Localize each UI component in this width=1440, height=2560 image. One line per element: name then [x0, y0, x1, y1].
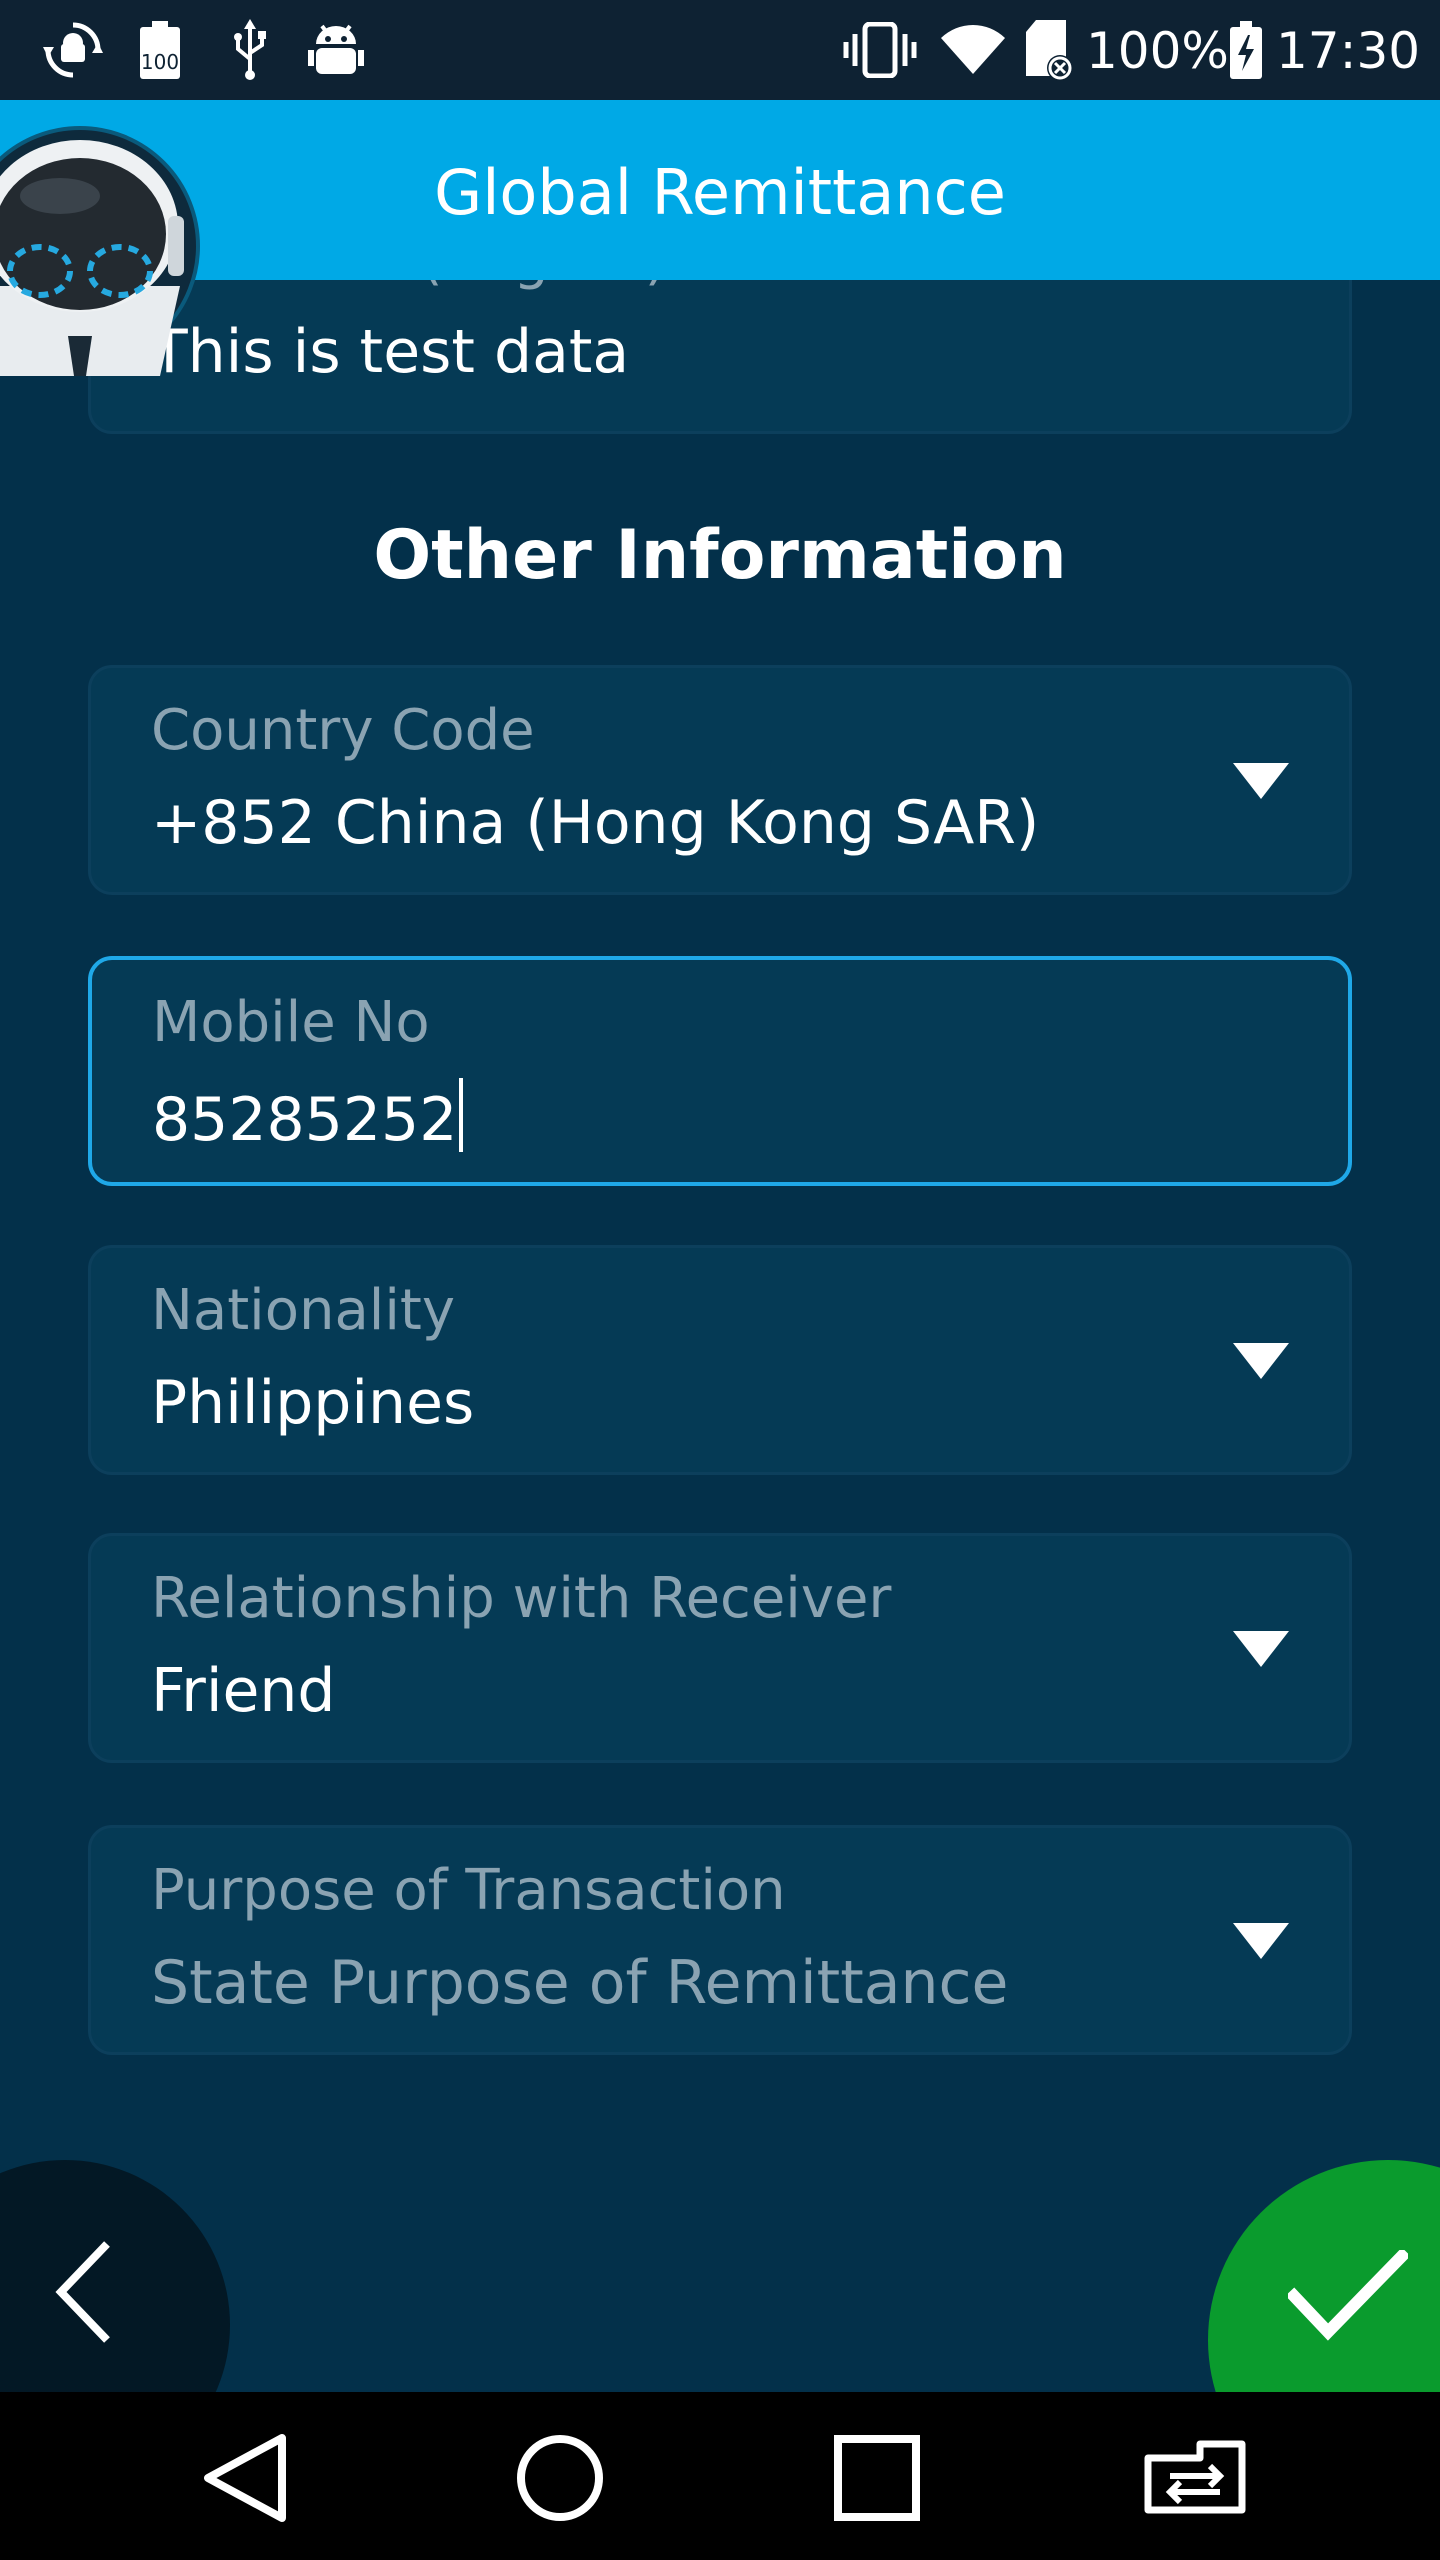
battery-percent: 100%	[1086, 22, 1229, 80]
text-cursor	[459, 1078, 464, 1152]
dropdown-arrow-icon[interactable]	[1233, 761, 1289, 801]
nav-back-icon[interactable]	[190, 2428, 300, 2528]
svg-text:100: 100	[141, 50, 179, 74]
dropdown-arrow-icon[interactable]	[1233, 1921, 1289, 1961]
sync-android-icon	[38, 18, 108, 82]
wifi-icon	[938, 18, 1008, 82]
nav-switch-app-icon[interactable]	[1140, 2428, 1250, 2528]
robot-avatar[interactable]	[0, 106, 200, 386]
relationship-dropdown[interactable]: Relationship with Receiver Friend	[88, 1533, 1352, 1763]
purpose-placeholder: State Purpose of Remittance	[151, 1948, 1009, 2018]
relationship-label: Relationship with Receiver	[151, 1566, 892, 1631]
screen: 100 100% 17:30 Global Remittance This is…	[0, 0, 1440, 2560]
dropdown-arrow-icon[interactable]	[1233, 1341, 1289, 1381]
sd-card-error-icon	[1020, 18, 1076, 82]
app-title: Global Remittance	[434, 156, 1006, 229]
android-debug-icon	[306, 18, 366, 82]
status-bar: 100 100% 17:30	[0, 0, 1440, 100]
mobile-no-label: Mobile No	[152, 990, 430, 1055]
mobile-no-field[interactable]: Mobile No 85285252	[88, 956, 1352, 1186]
nationality-value: Philippines	[151, 1368, 475, 1438]
country-code-value: +852 China (Hong Kong SAR)	[151, 788, 1040, 858]
battery-charging-icon	[1226, 18, 1266, 82]
nationality-label: Nationality	[151, 1278, 456, 1343]
surname-value[interactable]: This is test data	[151, 317, 629, 387]
chevron-left-icon	[55, 2241, 110, 2343]
nav-home-icon[interactable]	[505, 2428, 615, 2528]
dropdown-arrow-icon[interactable]	[1233, 1629, 1289, 1669]
check-icon	[1288, 2250, 1408, 2341]
clock: 17:30	[1276, 22, 1421, 80]
navigation-bar	[0, 2392, 1440, 2560]
vibrate-icon	[842, 18, 918, 82]
usb-icon	[222, 18, 278, 82]
surname-field[interactable]: Surname (English) This is test data	[88, 280, 1352, 434]
purpose-dropdown[interactable]: Purpose of Transaction State Purpose of …	[88, 1825, 1352, 2055]
mobile-no-input[interactable]: 85285252	[152, 1078, 464, 1155]
purpose-label: Purpose of Transaction	[151, 1858, 786, 1923]
app-bar: Global Remittance	[0, 100, 1440, 280]
battery-100-icon: 100	[132, 18, 188, 82]
section-title: Other Information	[373, 516, 1067, 595]
country-code-dropdown[interactable]: Country Code +852 China (Hong Kong SAR)	[88, 665, 1352, 895]
relationship-value: Friend	[151, 1656, 336, 1726]
form-scroll-area[interactable]: Surname (English) This is test data Othe…	[0, 280, 1440, 2392]
nationality-dropdown[interactable]: Nationality Philippines	[88, 1245, 1352, 1475]
mobile-no-value: 85285252	[152, 1085, 458, 1155]
surname-label: Surname (English)	[151, 280, 667, 293]
nav-recents-icon[interactable]	[822, 2428, 932, 2528]
country-code-label: Country Code	[151, 698, 535, 763]
